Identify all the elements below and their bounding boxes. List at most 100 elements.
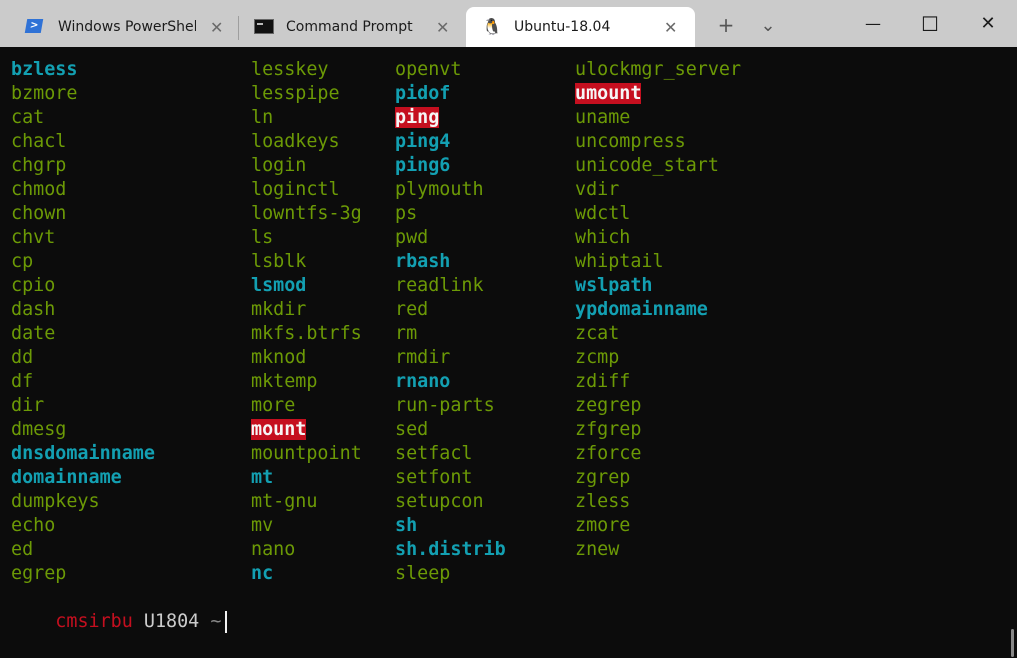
file-entry: sed — [395, 418, 506, 442]
file-name: zcat — [575, 323, 620, 344]
file-entry: lesspipe — [251, 82, 362, 106]
maximize-button[interactable]: ☐ — [907, 0, 953, 47]
file-name: domainname — [11, 467, 122, 488]
file-name: readlink — [395, 275, 484, 296]
file-name: chvt — [11, 227, 56, 248]
file-name: run-parts — [395, 395, 495, 416]
file-entry: lsmod — [251, 274, 362, 298]
file-name: dash — [11, 299, 56, 320]
file-entry: mt — [251, 466, 362, 490]
prompt-user: cmsirbu — [55, 611, 133, 632]
file-name: mv — [251, 515, 274, 536]
file-entry: setfont — [395, 466, 506, 490]
terminal-output[interactable]: bzless bzmore cat chacl chgrp chmod chown chvt c… — [0, 47, 1017, 657]
tab-windows-powershell[interactable]: > Windows PowerShell ✕ — [0, 7, 238, 47]
file-entry: chacl — [11, 130, 155, 154]
file-entry: uname — [575, 106, 741, 130]
title-bar: > Windows PowerShell ✕ Command Prompt ✕ … — [0, 0, 1017, 47]
file-entry: uncompress — [575, 130, 741, 154]
file-name: wslpath — [575, 275, 653, 296]
file-entry: dir — [11, 394, 155, 418]
file-name: rm — [395, 323, 418, 344]
file-name: pidof — [395, 83, 451, 104]
file-name: setupcon — [395, 491, 484, 512]
file-name: lowntfs-3g — [251, 203, 362, 224]
listing-column: bzless bzmore cat chacl chgrp chmod chown chvt c… — [11, 58, 155, 586]
file-name: dd — [11, 347, 34, 368]
file-entry: login — [251, 154, 362, 178]
file-name: zdiff — [575, 371, 631, 392]
file-name: mount — [251, 419, 307, 440]
file-entry: mv — [251, 514, 362, 538]
file-name: wdctl — [575, 203, 631, 224]
file-entry: run-parts — [395, 394, 506, 418]
file-name: mt-gnu — [251, 491, 318, 512]
file-name: rnano — [395, 371, 451, 392]
close-tab-icon[interactable]: ✕ — [664, 18, 677, 37]
new-tab-button[interactable]: + — [706, 6, 746, 44]
file-entry: bzmore — [11, 82, 155, 106]
file-name: uname — [575, 107, 631, 128]
file-name: lesspipe — [251, 83, 340, 104]
tab-title: Windows PowerShell — [58, 19, 196, 35]
file-entry: pidof — [395, 82, 506, 106]
file-entry: zfgrep — [575, 418, 741, 442]
file-entry: zcmp — [575, 346, 741, 370]
file-entry: rbash — [395, 250, 506, 274]
file-entry: loginctl — [251, 178, 362, 202]
file-name: login — [251, 155, 307, 176]
file-entry: ed — [11, 538, 155, 562]
file-name: vdir — [575, 179, 620, 200]
file-name: date — [11, 323, 56, 344]
file-entry: nc — [251, 562, 362, 586]
file-name: uncompress — [575, 131, 686, 152]
file-name: sleep — [395, 563, 451, 584]
file-entry: zless — [575, 490, 741, 514]
file-name: rmdir — [395, 347, 451, 368]
file-name: cpio — [11, 275, 56, 296]
file-entry: chown — [11, 202, 155, 226]
close-tab-icon[interactable]: ✕ — [436, 18, 449, 37]
file-entry: nano — [251, 538, 362, 562]
close-window-button[interactable]: ✕ — [965, 0, 1011, 47]
file-name: zcmp — [575, 347, 620, 368]
file-entry: zforce — [575, 442, 741, 466]
file-entry: dash — [11, 298, 155, 322]
close-tab-icon[interactable]: ✕ — [210, 18, 223, 37]
file-entry: ypdomainname — [575, 298, 741, 322]
file-entry: egrep — [11, 562, 155, 586]
file-name: plymouth — [395, 179, 484, 200]
scrollbar[interactable] — [1011, 629, 1014, 657]
file-entry: mkdir — [251, 298, 362, 322]
file-entry: sh — [395, 514, 506, 538]
listing-column: openvt pidof ping ping4 ping6 plymouth ps pwd rb… — [395, 58, 506, 586]
file-entry: ping4 — [395, 130, 506, 154]
file-entry: mountpoint — [251, 442, 362, 466]
file-entry: ln — [251, 106, 362, 130]
powershell-icon: > — [24, 19, 44, 33]
shell-prompt[interactable]: cmsirbu U1804 ~ — [11, 586, 228, 633]
listing-column: lesskey lesspipe ln loadkeys login loginctl lo… — [251, 58, 362, 586]
file-entry: mt-gnu — [251, 490, 362, 514]
file-name: zegrep — [575, 395, 642, 416]
file-name: chown — [11, 203, 67, 224]
minimize-button[interactable]: — — [850, 0, 896, 47]
file-entry: chmod — [11, 178, 155, 202]
file-entry: ping — [395, 106, 506, 130]
file-entry: lsblk — [251, 250, 362, 274]
file-name: dnsdomainname — [11, 443, 155, 464]
tab-command-prompt[interactable]: Command Prompt ✕ — [239, 7, 465, 47]
file-name: loadkeys — [251, 131, 340, 152]
tab-ubuntu[interactable]: 🐧 Ubuntu-18.04 ✕ — [466, 7, 695, 47]
file-name: mkfs.btrfs — [251, 323, 362, 344]
file-name: unicode_start — [575, 155, 719, 176]
file-name: lsmod — [251, 275, 307, 296]
tab-dropdown-button[interactable]: ⌄ — [748, 6, 788, 44]
file-name: sh.distrib — [395, 539, 506, 560]
file-name: egrep — [11, 563, 67, 584]
file-name: zfgrep — [575, 419, 642, 440]
file-entry: wdctl — [575, 202, 741, 226]
file-entry: chgrp — [11, 154, 155, 178]
file-entry: zgrep — [575, 466, 741, 490]
prompt-host: U1804 — [143, 611, 200, 632]
